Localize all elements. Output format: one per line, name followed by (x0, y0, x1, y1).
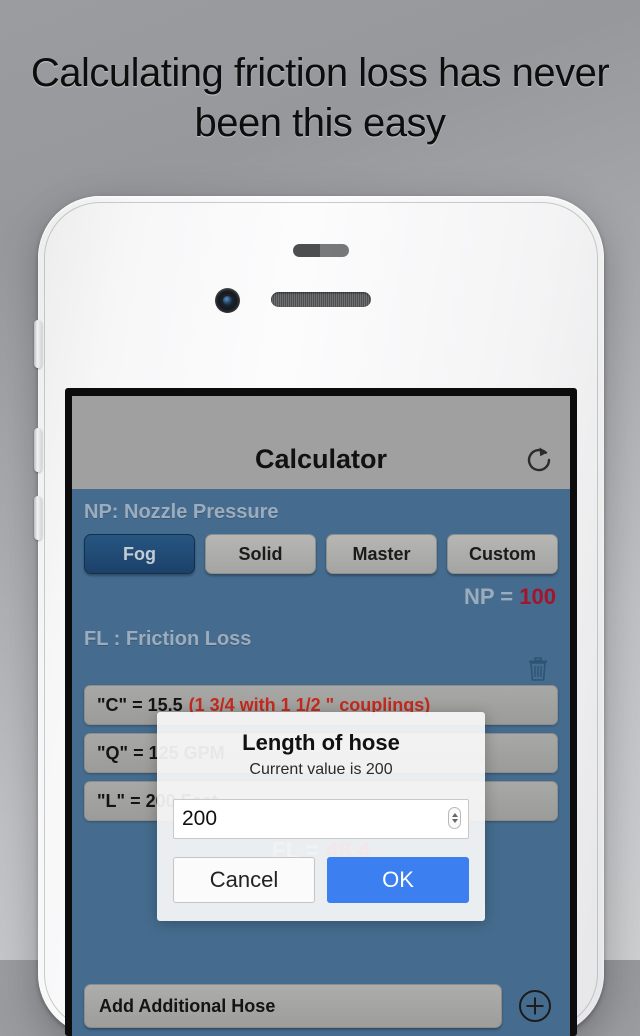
dialog-title: Length of hose (242, 730, 400, 755)
length-of-hose-dialog: Length of hose Current value is 200 Canc… (157, 712, 485, 921)
app-screen: Calculator NP: Nozzle Pressure Fog Solid… (72, 396, 570, 1036)
volume-down-button[interactable] (34, 496, 42, 540)
phone-device: Calculator NP: Nozzle Pressure Fog Solid… (34, 196, 604, 1036)
proximity-sensor-icon (293, 244, 349, 257)
np-result-label: NP = (464, 584, 520, 609)
silent-switch[interactable] (34, 320, 42, 368)
bottom-bar: Add Additional Hose (72, 984, 570, 1028)
np-result-value: 100 (519, 584, 556, 609)
plus-circle-icon[interactable] (512, 984, 558, 1028)
hose-length-input[interactable] (173, 799, 469, 839)
np-result: NP = 100 (72, 574, 570, 610)
fl-section-label: FL : Friction Loss (84, 628, 252, 650)
np-button-solid[interactable]: Solid (205, 534, 316, 574)
app-navbar: Calculator (72, 396, 570, 489)
volume-up-button[interactable] (34, 428, 42, 472)
front-camera-icon (215, 288, 240, 313)
dialog-input-wrap (157, 779, 485, 839)
np-section-label: NP: Nozzle Pressure (84, 501, 279, 523)
trash-icon[interactable] (524, 653, 552, 683)
trash-row (72, 651, 570, 685)
screen-bezel: Calculator NP: Nozzle Pressure Fog Solid… (65, 388, 577, 1036)
page-title-calculator: Calculator (254, 444, 388, 474)
cancel-button[interactable]: Cancel (173, 857, 315, 903)
ok-button[interactable]: OK (327, 857, 469, 903)
dialog-button-row: Cancel OK (157, 839, 485, 921)
add-additional-hose-button[interactable]: Add Additional Hose (84, 984, 502, 1028)
earpiece-speaker-icon (271, 292, 371, 307)
number-stepper[interactable] (448, 807, 461, 829)
np-button-group: Fog Solid Master Custom (72, 524, 570, 574)
refresh-icon[interactable] (522, 443, 556, 477)
page-title: Calculating friction loss has never been… (30, 51, 610, 145)
np-button-custom[interactable]: Custom (447, 534, 558, 574)
np-button-fog[interactable]: Fog (84, 534, 195, 574)
np-button-master[interactable]: Master (326, 534, 437, 574)
dialog-subtitle: Current value is 200 (249, 761, 393, 778)
